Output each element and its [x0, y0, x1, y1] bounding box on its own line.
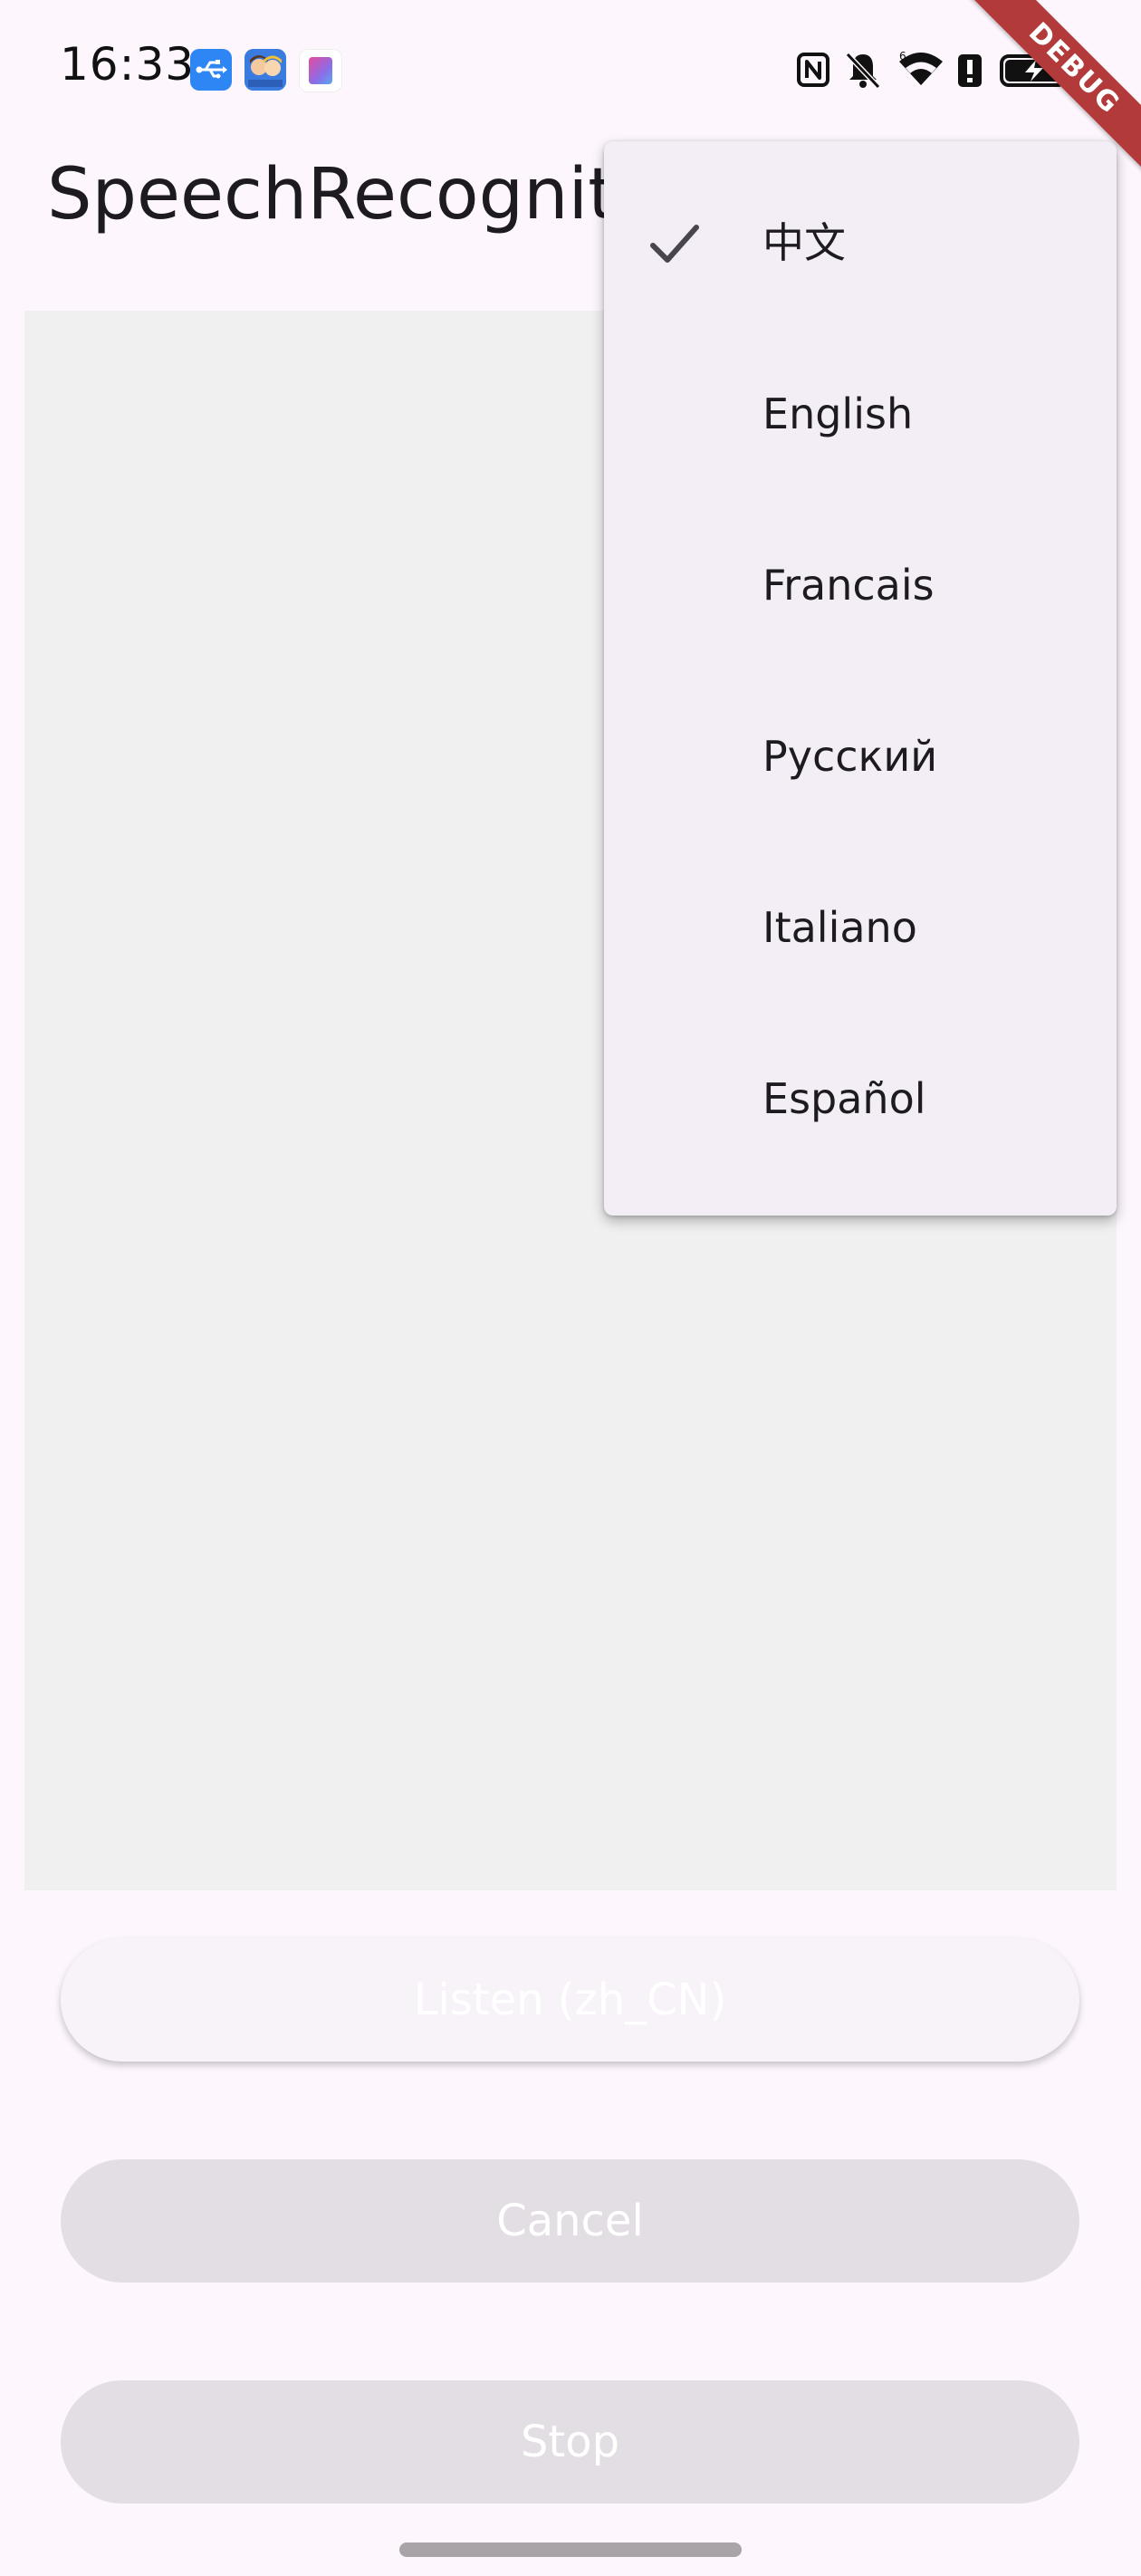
menu-item-spanish[interactable]: Español: [604, 1014, 1117, 1185]
nfc-icon: [795, 49, 831, 91]
wifi-icon: 6: [896, 49, 945, 91]
menu-item-chinese[interactable]: 中文: [604, 158, 1117, 329]
menu-item-label: Español: [762, 1074, 926, 1123]
svg-text:6: 6: [899, 50, 906, 62]
menu-item-label: Italiano: [762, 903, 917, 952]
battery-alert-icon: [956, 49, 983, 91]
cancel-button[interactable]: Cancel: [61, 2159, 1079, 2283]
menu-item-french[interactable]: Francais: [604, 500, 1117, 671]
screen: 16:33 6 DEBUG SpeechRecognitio Listen (z…: [0, 0, 1141, 2576]
menu-item-italian[interactable]: Italiano: [604, 842, 1117, 1014]
menu-item-russian[interactable]: Русский: [604, 671, 1117, 842]
bell-off-icon: [844, 49, 882, 91]
status-time: 16:33: [60, 38, 196, 91]
language-menu: 中文 English Francais Русский Italiano Esp…: [604, 141, 1117, 1216]
check-icon: [650, 225, 699, 263]
menu-item-label: 中文: [762, 218, 846, 267]
page-title: SpeechRecognitio: [47, 154, 679, 235]
status-bar: 16:33 6: [0, 0, 1141, 136]
avatar-app-icon: [244, 49, 286, 91]
usb-icon: [190, 49, 232, 91]
app-icon: [299, 49, 342, 92]
listen-button[interactable]: Listen (zh_CN): [61, 1938, 1079, 2062]
menu-item-english[interactable]: English: [604, 329, 1117, 500]
menu-item-label: Русский: [762, 732, 938, 781]
menu-item-label: English: [762, 389, 914, 438]
menu-item-label: Francais: [762, 561, 935, 610]
stop-button[interactable]: Stop: [61, 2380, 1079, 2504]
navigation-handle[interactable]: [399, 2542, 742, 2557]
